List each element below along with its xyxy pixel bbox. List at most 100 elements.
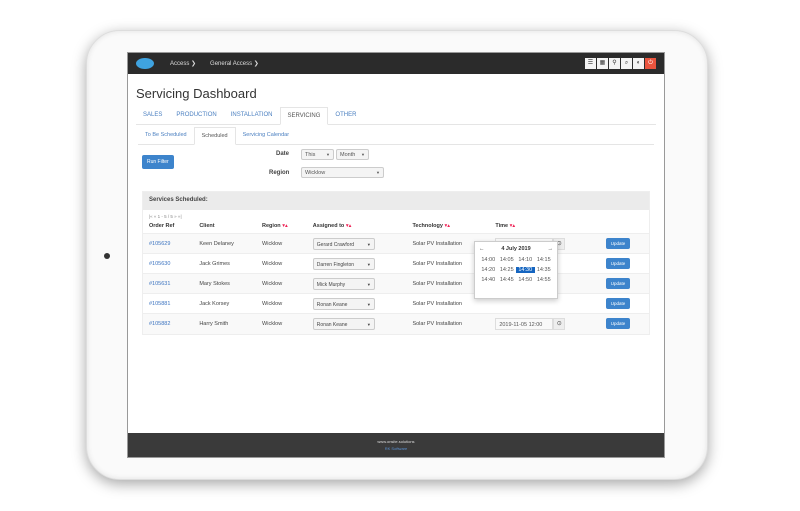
order-ref-link[interactable]: #105882: [149, 321, 170, 327]
time-option[interactable]: 14:55: [535, 277, 554, 283]
caret-down-icon: ▼: [366, 241, 371, 247]
time-option[interactable]: 14:35: [535, 267, 554, 273]
footer-link[interactable]: www.onsite.solutions: [128, 438, 664, 445]
main-tabs: SALES PRODUCTION INSTALLATION SERVICING …: [136, 107, 656, 125]
col-technology[interactable]: Technology ▾▴: [406, 219, 489, 234]
time-option[interactable]: 14:05: [498, 257, 517, 263]
time-option[interactable]: 14:30: [516, 267, 535, 273]
time-option[interactable]: 14:25: [498, 267, 517, 273]
tab-other[interactable]: OTHER: [328, 107, 363, 124]
top-bar: Access ❯ General Access ❯ ☰ ▦ ⚲ ⌕ ◐ ⏻: [128, 53, 664, 74]
time-input[interactable]: 2019-11-05 12:00: [495, 317, 554, 330]
region-cell: Wicklow: [256, 293, 307, 314]
subtab-servicing-calendar[interactable]: Servicing Calendar: [236, 127, 296, 144]
caret-down-icon: ▼: [376, 170, 380, 175]
caret-down-icon: ▼: [366, 261, 371, 267]
time-option[interactable]: 14:50: [516, 277, 535, 283]
grid-icon[interactable]: ▦: [597, 58, 608, 69]
pin-icon[interactable]: ⚲: [609, 58, 620, 69]
table-row: #105630 Jack Grimes Wicklow Darren Fingl…: [143, 253, 649, 274]
sort-icon[interactable]: ▾▴: [444, 223, 450, 229]
update-button[interactable]: Update: [605, 257, 631, 269]
subtab-scheduled[interactable]: Scheduled: [193, 127, 236, 145]
assigned-select[interactable]: Ronan Keane ▼: [312, 297, 375, 310]
next-arrow-icon[interactable]: →: [547, 246, 553, 252]
order-ref-link[interactable]: #105881: [149, 301, 170, 307]
time-option[interactable]: 14:10: [516, 257, 535, 263]
menu-icon[interactable]: ☰: [585, 58, 596, 69]
assigned-select[interactable]: Gerard Crawford ▼: [312, 237, 375, 250]
client-cell: Jack Grimes: [193, 253, 257, 274]
action-cell: Update: [599, 233, 649, 254]
order-ref-cell: #105882: [143, 313, 194, 334]
time-option[interactable]: 14:45: [498, 277, 517, 283]
filters: Run Filter Date This ▼ Month ▼ Region Wick…: [128, 145, 664, 191]
sort-icon[interactable]: ▾▴: [510, 223, 516, 229]
tab-sales[interactable]: SALES: [136, 107, 169, 124]
clock-icon[interactable]: ⊙: [553, 317, 566, 330]
order-ref-link[interactable]: #105630: [149, 261, 170, 267]
assigned-select[interactable]: Darren Fingleton ▼: [312, 257, 375, 270]
action-cell: Update: [599, 273, 649, 294]
region-cell: Wicklow: [256, 253, 307, 274]
prev-arrow-icon[interactable]: ←: [479, 246, 485, 252]
table-row: #105631 Mary Stokes Wicklow Mick Murphy ▼…: [143, 273, 649, 294]
run-filter-button[interactable]: Run Filter: [142, 155, 174, 169]
subtab-to-be-scheduled[interactable]: To Be Scheduled: [138, 127, 194, 144]
page-title: Servicing Dashboard: [136, 86, 257, 101]
client-cell: Keen Delaney: [193, 233, 257, 254]
col-actions: [600, 219, 649, 234]
select-value: Ronan Keane: [316, 301, 348, 308]
action-cell: Update: [599, 253, 649, 274]
date-period-select[interactable]: This ▼: [301, 149, 334, 160]
caret-down-icon: ▼: [326, 152, 330, 157]
time-option[interactable]: 14:40: [479, 277, 498, 283]
region-cell: Wicklow: [256, 233, 307, 254]
services-panel: Services Scheduled: |« « 1 - 5 / 5 » »| …: [142, 191, 650, 335]
tab-servicing[interactable]: SERVICING: [279, 107, 329, 125]
time-grid: 14:00 14:05 14:10 14:15 14:20 14:25 14:30 14:35…: [479, 257, 553, 283]
power-icon[interactable]: ⏻: [645, 58, 656, 69]
sort-icon[interactable]: ▾▴: [346, 223, 352, 229]
col-region[interactable]: Region ▾▴: [256, 219, 307, 234]
region-select[interactable]: Wicklow ▼: [301, 167, 384, 178]
contrast-icon[interactable]: ◐: [633, 58, 644, 69]
breadcrumb-general-access[interactable]: General Access ❯: [210, 60, 259, 67]
select-value: This: [305, 152, 316, 158]
picker-date: 4 July 2019: [501, 246, 531, 252]
logo-icon[interactable]: [136, 58, 154, 69]
col-assigned[interactable]: Assigned to ▾▴: [307, 219, 407, 234]
select-value: Month: [340, 152, 356, 158]
update-button[interactable]: Update: [605, 297, 631, 309]
footer-credit[interactable]: RK Software: [128, 445, 664, 452]
client-cell: Harry Smith: [193, 313, 257, 334]
breadcrumb-access[interactable]: Access ❯: [170, 60, 196, 67]
assigned-select[interactable]: Ronan Keane ▼: [312, 317, 375, 330]
col-label: Assigned to: [312, 223, 345, 229]
time-option[interactable]: 14:20: [479, 267, 498, 273]
order-ref-link[interactable]: #105629: [149, 241, 170, 247]
tab-production[interactable]: PRODUCTION: [169, 107, 223, 124]
select-value: Wicklow: [305, 170, 326, 176]
order-ref-link[interactable]: #105631: [149, 281, 170, 287]
search-icon[interactable]: ⌕: [621, 58, 632, 69]
time-option[interactable]: 14:15: [535, 257, 554, 263]
time-option[interactable]: 14:00: [479, 257, 498, 263]
tab-installation[interactable]: INSTALLATION: [224, 107, 280, 124]
date-unit-select[interactable]: Month ▼: [336, 149, 369, 160]
caret-down-icon: ▼: [366, 301, 371, 307]
update-button[interactable]: Update: [605, 317, 631, 329]
update-button[interactable]: Update: [605, 237, 631, 249]
caret-down-icon: ▼: [366, 281, 371, 287]
col-time[interactable]: Time ▾▴: [489, 219, 599, 234]
select-value: Ronan Keane: [316, 321, 348, 328]
region-label: Region: [269, 170, 290, 176]
time-picker: ← 4 July 2019 → 14:00 14:05 14:10 14:15 14:20 1…: [474, 241, 558, 299]
assigned-select[interactable]: Mick Murphy ▼: [312, 277, 375, 290]
tablet-camera: [104, 253, 110, 259]
sort-icon[interactable]: ▾▴: [282, 223, 288, 229]
select-value: Gerard Crawford: [316, 241, 355, 248]
pager[interactable]: |« « 1 - 5 / 5 » »|: [143, 210, 649, 219]
assigned-cell: Mick Murphy ▼: [306, 273, 407, 294]
update-button[interactable]: Update: [605, 277, 631, 289]
